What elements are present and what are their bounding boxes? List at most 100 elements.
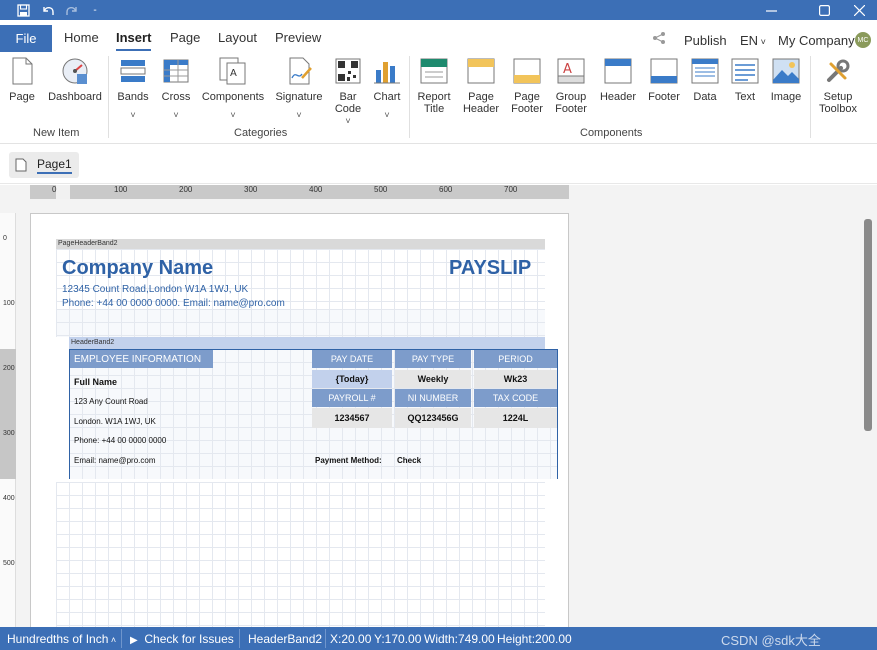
chevron-down-icon: ˅ [130, 110, 136, 120]
tab-home[interactable]: Home [64, 30, 99, 45]
maximize-icon[interactable] [813, 0, 835, 20]
image-button[interactable]: Image [768, 56, 804, 103]
dashboard-button[interactable]: Dashboard [47, 56, 103, 103]
page-icon [15, 158, 27, 172]
close-icon[interactable] [848, 0, 870, 20]
cross-button[interactable]: Cross ˅ [160, 56, 192, 121]
title-bar: - [0, 0, 877, 20]
tab-insert[interactable]: Insert [116, 30, 152, 51]
employee-info-header[interactable]: EMPLOYEE INFORMATION [70, 350, 213, 368]
ni-number-header[interactable]: NI NUMBER [395, 389, 471, 407]
payroll-value[interactable]: 1234567 [312, 408, 392, 428]
chevron-down-icon: ˅ [758, 37, 766, 47]
employee-phone[interactable]: Phone: +44 00 0000 0000 [74, 436, 166, 445]
language-selector[interactable]: EN ˅ [740, 33, 766, 48]
bands-button[interactable]: Bands ˅ [116, 56, 150, 121]
company-contact[interactable]: Phone: +44 00 0000 0000. Email: name@pro… [62, 298, 285, 309]
cross-label: Cross [161, 91, 191, 103]
redo-icon[interactable] [63, 0, 81, 20]
ni-number-value[interactable]: QQ123456G [395, 408, 471, 428]
group-footer-icon: A [557, 58, 585, 84]
page-tab-page1[interactable]: Page1 [9, 152, 79, 178]
dashboard-button-label: Dashboard [48, 91, 102, 103]
minimize-icon[interactable] [760, 0, 782, 20]
group-label-categories: Categories [234, 127, 288, 139]
period-value[interactable]: Wk23 [474, 370, 557, 388]
header-band-label[interactable]: HeaderBand2 [69, 337, 545, 349]
company-name[interactable]: My Company [778, 33, 855, 48]
page-button-label: Page [9, 91, 35, 103]
report-title-label-2: Title [423, 103, 445, 115]
ruler-tick: 700 [504, 185, 518, 194]
chart-button[interactable]: Chart ˅ [372, 56, 402, 121]
footer-button[interactable]: Footer [644, 56, 684, 103]
page-header-button[interactable]: Page Header [462, 56, 500, 115]
undo-icon[interactable] [39, 0, 57, 20]
ruler-tick: 100 [114, 185, 128, 194]
publish-button[interactable]: Publish [684, 33, 727, 48]
share-icon[interactable] [652, 31, 666, 48]
avatar[interactable]: MC [855, 32, 871, 48]
ruler-tick: 0 [3, 235, 7, 242]
page-header-band-label[interactable]: PageHeaderBand2 [56, 239, 545, 249]
page-button[interactable]: Page [8, 56, 36, 103]
pay-date-header[interactable]: PAY DATE [312, 350, 392, 368]
payment-method-label[interactable]: Payment Method: [315, 456, 382, 465]
ruler-tick: 100 [3, 300, 15, 307]
report-page[interactable]: PageHeaderBand2 Company Name PAYSLIP 123… [30, 213, 569, 627]
header-button[interactable]: Header [598, 56, 638, 103]
horizontal-ruler: 0 100 200 300 400 500 600 700 [30, 185, 569, 199]
check-issues-button[interactable]: ▶ Check for Issues [130, 632, 234, 646]
payment-method-value[interactable]: Check [397, 456, 421, 465]
save-icon[interactable] [14, 0, 32, 20]
band-gap [56, 309, 545, 337]
signature-button[interactable]: Signature ˅ [275, 56, 323, 121]
employee-full-name[interactable]: Full Name [74, 377, 117, 387]
chart-icon [374, 62, 400, 84]
ribbon: Page Dashboard New Item Bands ˅ Cross ˅ … [0, 52, 877, 144]
pay-date-value[interactable]: {Today} [312, 370, 392, 388]
dashboard-icon [62, 58, 88, 84]
size-height: Height:200.00 [497, 632, 572, 646]
units-selector[interactable]: Hundredths of Inch ˄ [7, 632, 116, 646]
data-label: Data [693, 91, 717, 103]
page-footer-icon [513, 58, 541, 84]
setup-toolbox-button[interactable]: Setup Toolbox [816, 56, 860, 115]
company-address[interactable]: 12345 Count Road,London W1A 1WJ, UK [62, 284, 248, 295]
vertical-scrollbar[interactable] [864, 219, 872, 431]
tab-file[interactable]: File [0, 25, 52, 52]
period-header[interactable]: PERIOD [474, 350, 557, 368]
page-icon [12, 57, 33, 85]
signature-label: Signature [275, 91, 323, 103]
payroll-header[interactable]: PAYROLL # [312, 389, 392, 407]
data-button[interactable]: Data [690, 56, 720, 103]
employee-address-2[interactable]: London. W1A 1WJ, UK [74, 417, 156, 426]
tax-code-header[interactable]: TAX CODE [474, 389, 557, 407]
bar-code-button[interactable]: Bar Code ˅ [332, 56, 364, 127]
tab-layout[interactable]: Layout [218, 30, 257, 45]
components-button[interactable]: A Components ˅ [202, 56, 264, 121]
header-label: Header [599, 91, 637, 103]
chevron-down-icon: ˅ [296, 110, 302, 120]
group-footer-button[interactable]: A Group Footer [552, 56, 590, 115]
svg-text:A: A [563, 62, 572, 77]
employee-email[interactable]: Email: name@pro.com [74, 456, 155, 465]
tax-code-value[interactable]: 1224L [474, 408, 557, 428]
pay-type-header[interactable]: PAY TYPE [395, 350, 471, 368]
payslip-title[interactable]: PAYSLIP [449, 257, 531, 280]
group-label-components: Components [580, 127, 643, 139]
bar-code-label-2: Code [334, 103, 362, 115]
tab-page[interactable]: Page [170, 30, 200, 45]
design-workspace[interactable]: 0 100 200 300 400 500 600 700 0 100 200 … [0, 185, 877, 627]
tab-preview[interactable]: Preview [275, 30, 321, 45]
report-title-button[interactable]: Report Title [416, 56, 452, 115]
image-label: Image [770, 91, 802, 103]
page-footer-button[interactable]: Page Footer [508, 56, 546, 115]
employee-address-1[interactable]: 123 Any Count Road [74, 397, 148, 406]
text-button[interactable]: Text [730, 56, 760, 103]
group-footer-label-2: Footer [555, 103, 587, 115]
selected-component: HeaderBand2 [248, 632, 323, 646]
position-x: X:20.00 [330, 632, 372, 646]
company-name-text[interactable]: Company Name [62, 257, 213, 280]
pay-type-value[interactable]: Weekly [395, 370, 471, 388]
